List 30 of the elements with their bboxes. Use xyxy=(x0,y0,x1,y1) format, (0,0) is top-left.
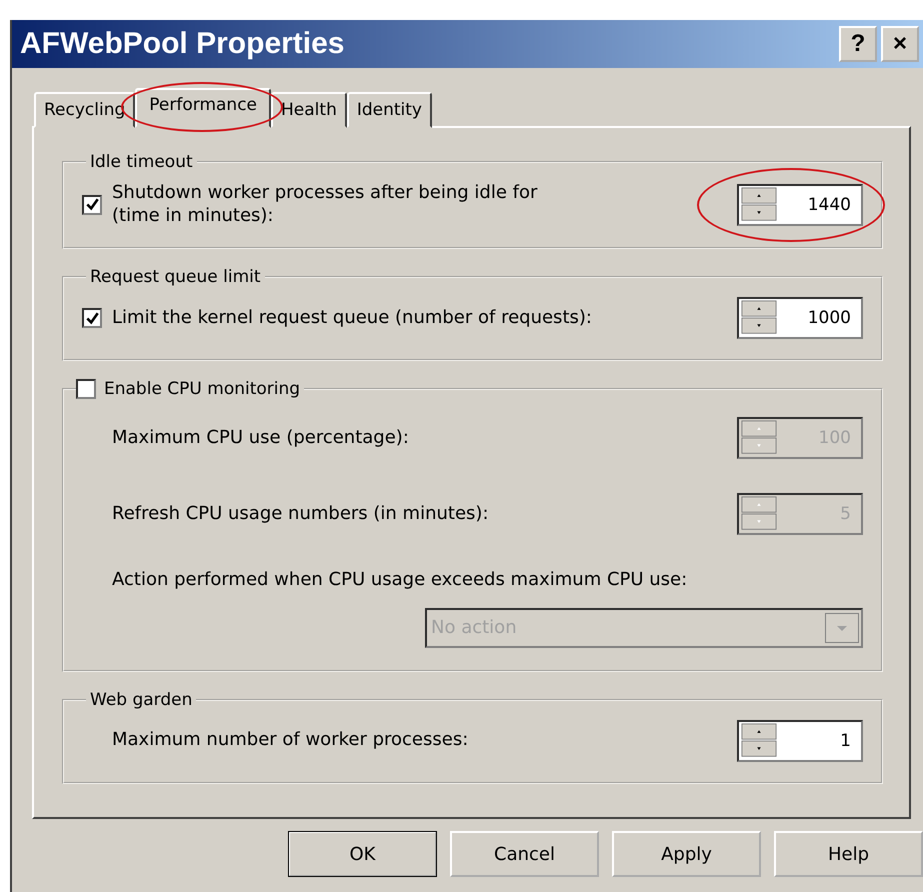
setting-label: Shutdown worker processes after being idle for (time in minutes): xyxy=(112,182,538,227)
setting-label: Maximum number of worker processes: xyxy=(112,729,468,752)
tab[interactable]: Health xyxy=(271,92,347,128)
setting-label: Maximum CPU use (percentage): xyxy=(112,426,409,450)
close-button[interactable]: × xyxy=(881,26,919,62)
dialog-button[interactable]: Cancel xyxy=(450,831,599,877)
dialog-button[interactable]: Help xyxy=(774,831,923,877)
tab[interactable]: Performance xyxy=(135,88,272,128)
tab[interactable]: Identity xyxy=(346,92,432,128)
tab[interactable]: Recycling xyxy=(34,92,136,128)
setting-label: Action performed when CPU usage exceeds maximum CPU use: xyxy=(112,569,688,592)
spin-arrows-icon[interactable] xyxy=(739,722,779,758)
spin-arrows-icon[interactable] xyxy=(739,300,779,336)
checkbox-label[interactable]: Enable CPU monitoring xyxy=(104,379,300,399)
spin-field[interactable]: 1 xyxy=(737,720,863,762)
group-title: Request queue limit xyxy=(90,267,261,287)
spin-arrows-icon[interactable] xyxy=(739,186,779,222)
setting-label: Refresh CPU usage numbers (in minutes): xyxy=(112,502,489,526)
spin-field[interactable]: 1440 xyxy=(737,184,863,226)
help-button[interactable]: ? xyxy=(839,26,877,62)
group-title: Web garden xyxy=(90,690,192,710)
window-title: AFWebPool Properties xyxy=(20,27,344,61)
dialog-button[interactable]: Apply xyxy=(612,831,761,877)
dialog-button[interactable]: OK xyxy=(288,831,437,877)
setting-label: Limit the kernel request queue (number of requests): xyxy=(112,306,592,330)
spin-field[interactable]: 1000 xyxy=(737,297,863,339)
checkbox[interactable] xyxy=(76,379,96,399)
checkbox[interactable] xyxy=(82,308,102,328)
group-title: Idle timeout xyxy=(90,152,193,172)
checkbox[interactable] xyxy=(82,194,102,214)
